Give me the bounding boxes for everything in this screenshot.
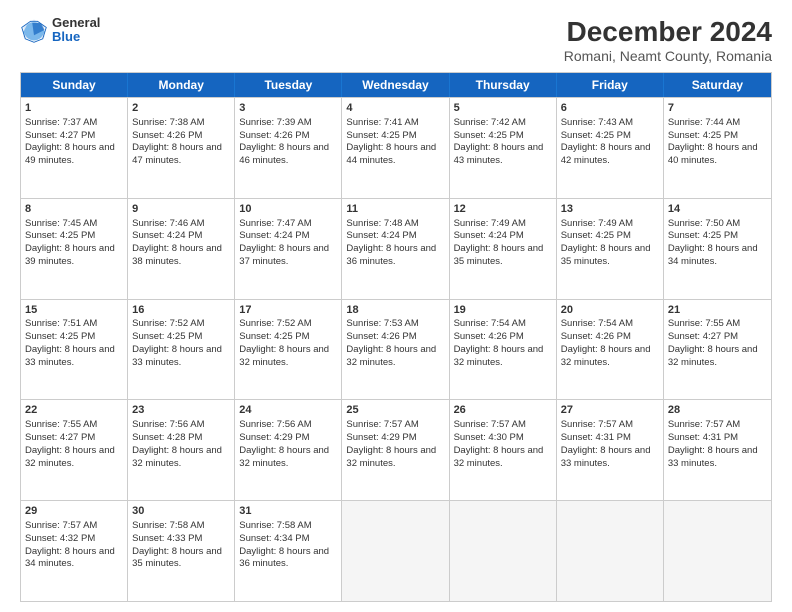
- day-empty-4: [664, 501, 771, 601]
- day-4: 4 Sunrise: 7:41 AMSunset: 4:25 PMDayligh…: [342, 98, 449, 198]
- day-13: 13 Sunrise: 7:49 AMSunset: 4:25 PMDaylig…: [557, 199, 664, 299]
- day-empty-2: [450, 501, 557, 601]
- header-wednesday: Wednesday: [342, 73, 449, 97]
- day-26: 26 Sunrise: 7:57 AMSunset: 4:30 PMDaylig…: [450, 400, 557, 500]
- day-28: 28 Sunrise: 7:57 AMSunset: 4:31 PMDaylig…: [664, 400, 771, 500]
- day-5: 5 Sunrise: 7:42 AMSunset: 4:25 PMDayligh…: [450, 98, 557, 198]
- day-17: 17 Sunrise: 7:52 AMSunset: 4:25 PMDaylig…: [235, 300, 342, 400]
- week-row-2: 8 Sunrise: 7:45 AMSunset: 4:25 PMDayligh…: [21, 198, 771, 299]
- main-title: December 2024: [564, 16, 772, 48]
- day-23: 23 Sunrise: 7:56 AMSunset: 4:28 PMDaylig…: [128, 400, 235, 500]
- calendar-body: 1 Sunrise: 7:37 AMSunset: 4:27 PMDayligh…: [21, 97, 771, 601]
- day-3: 3 Sunrise: 7:39 AMSunset: 4:26 PMDayligh…: [235, 98, 342, 198]
- week-row-3: 15 Sunrise: 7:51 AMSunset: 4:25 PMDaylig…: [21, 299, 771, 400]
- header-saturday: Saturday: [664, 73, 771, 97]
- title-block: December 2024 Romani, Neamt County, Roma…: [564, 16, 772, 64]
- week-row-5: 29 Sunrise: 7:57 AMSunset: 4:32 PMDaylig…: [21, 500, 771, 601]
- day-11: 11 Sunrise: 7:48 AMSunset: 4:24 PMDaylig…: [342, 199, 449, 299]
- day-20: 20 Sunrise: 7:54 AMSunset: 4:26 PMDaylig…: [557, 300, 664, 400]
- day-24: 24 Sunrise: 7:56 AMSunset: 4:29 PMDaylig…: [235, 400, 342, 500]
- day-12: 12 Sunrise: 7:49 AMSunset: 4:24 PMDaylig…: [450, 199, 557, 299]
- day-19: 19 Sunrise: 7:54 AMSunset: 4:26 PMDaylig…: [450, 300, 557, 400]
- calendar-header: Sunday Monday Tuesday Wednesday Thursday…: [21, 73, 771, 97]
- day-14: 14 Sunrise: 7:50 AMSunset: 4:25 PMDaylig…: [664, 199, 771, 299]
- day-empty-3: [557, 501, 664, 601]
- logo-icon: [20, 16, 48, 44]
- day-30: 30 Sunrise: 7:58 AMSunset: 4:33 PMDaylig…: [128, 501, 235, 601]
- day-16: 16 Sunrise: 7:52 AMSunset: 4:25 PMDaylig…: [128, 300, 235, 400]
- week-row-1: 1 Sunrise: 7:37 AMSunset: 4:27 PMDayligh…: [21, 97, 771, 198]
- day-6: 6 Sunrise: 7:43 AMSunset: 4:25 PMDayligh…: [557, 98, 664, 198]
- day-27: 27 Sunrise: 7:57 AMSunset: 4:31 PMDaylig…: [557, 400, 664, 500]
- day-21: 21 Sunrise: 7:55 AMSunset: 4:27 PMDaylig…: [664, 300, 771, 400]
- day-9: 9 Sunrise: 7:46 AMSunset: 4:24 PMDayligh…: [128, 199, 235, 299]
- day-25: 25 Sunrise: 7:57 AMSunset: 4:29 PMDaylig…: [342, 400, 449, 500]
- day-29: 29 Sunrise: 7:57 AMSunset: 4:32 PMDaylig…: [21, 501, 128, 601]
- day-7: 7 Sunrise: 7:44 AMSunset: 4:25 PMDayligh…: [664, 98, 771, 198]
- header-friday: Friday: [557, 73, 664, 97]
- page: General Blue December 2024 Romani, Neamt…: [0, 0, 792, 612]
- header-thursday: Thursday: [450, 73, 557, 97]
- day-22: 22 Sunrise: 7:55 AMSunset: 4:27 PMDaylig…: [21, 400, 128, 500]
- subtitle: Romani, Neamt County, Romania: [564, 48, 772, 64]
- day-18: 18 Sunrise: 7:53 AMSunset: 4:26 PMDaylig…: [342, 300, 449, 400]
- logo-blue: Blue: [52, 30, 100, 44]
- logo-text: General Blue: [52, 16, 100, 45]
- day-8: 8 Sunrise: 7:45 AMSunset: 4:25 PMDayligh…: [21, 199, 128, 299]
- day-31: 31 Sunrise: 7:58 AMSunset: 4:34 PMDaylig…: [235, 501, 342, 601]
- header-monday: Monday: [128, 73, 235, 97]
- logo: General Blue: [20, 16, 100, 45]
- day-10: 10 Sunrise: 7:47 AMSunset: 4:24 PMDaylig…: [235, 199, 342, 299]
- week-row-4: 22 Sunrise: 7:55 AMSunset: 4:27 PMDaylig…: [21, 399, 771, 500]
- day-1: 1 Sunrise: 7:37 AMSunset: 4:27 PMDayligh…: [21, 98, 128, 198]
- header: General Blue December 2024 Romani, Neamt…: [20, 16, 772, 64]
- logo-general: General: [52, 16, 100, 30]
- header-sunday: Sunday: [21, 73, 128, 97]
- day-15: 15 Sunrise: 7:51 AMSunset: 4:25 PMDaylig…: [21, 300, 128, 400]
- day-2: 2 Sunrise: 7:38 AMSunset: 4:26 PMDayligh…: [128, 98, 235, 198]
- day-empty-1: [342, 501, 449, 601]
- header-tuesday: Tuesday: [235, 73, 342, 97]
- calendar: Sunday Monday Tuesday Wednesday Thursday…: [20, 72, 772, 602]
